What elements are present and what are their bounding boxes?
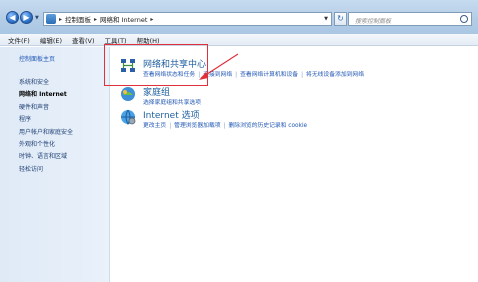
menu-help[interactable]: 帮助(H) — [137, 35, 160, 45]
view-network-computers-link[interactable]: 查看网络计算机和设备 — [240, 72, 298, 78]
chevron-right-icon[interactable]: ▸ — [94, 16, 97, 23]
annotation-highlight-box — [104, 44, 208, 86]
sidebar-item-user-accounts[interactable]: 用户帐户和家庭安全 — [19, 127, 109, 139]
sidebar-item-programs[interactable]: 程序 — [19, 114, 109, 126]
divider: | — [169, 123, 172, 129]
search-input[interactable]: 搜索控制面板 — [348, 12, 472, 26]
divider: | — [235, 72, 238, 78]
divider: | — [301, 72, 304, 78]
refresh-button[interactable]: ↻ — [334, 12, 347, 26]
sidebar-item-clock-language-region[interactable]: 时钟、语言和区域 — [19, 151, 109, 163]
sidebar-item-appearance[interactable]: 外观和个性化 — [19, 139, 109, 151]
change-homepage-link[interactable]: 更改主页 — [143, 123, 166, 129]
add-wireless-device-link[interactable]: 将无线设备添加到网络 — [306, 72, 364, 78]
chevron-right-icon[interactable]: ▸ — [59, 16, 62, 23]
sidebar-item-network-internet[interactable]: 网络和 Internet — [19, 89, 109, 101]
divider: | — [223, 123, 226, 129]
window-titlebar: ◀ ▶ ▼ ▸ 控制面板 ▸ 网络和 Internet ▸ ▼ ↻ 搜索控制面板 — [0, 0, 478, 34]
internet-options-icon — [121, 109, 136, 126]
menu-bar: 文件(F) 编辑(E) 查看(V) 工具(T) 帮助(H) — [0, 34, 478, 46]
menu-tools[interactable]: 工具(T) — [105, 35, 127, 45]
breadcrumb-network-internet[interactable]: 网络和 Internet — [100, 14, 147, 24]
menu-file[interactable]: 文件(F) — [8, 35, 30, 45]
recent-pages-dropdown-icon[interactable]: ▼ — [35, 15, 41, 21]
category-links: 选择家庭组和共享选项 — [143, 97, 201, 106]
chevron-down-icon[interactable]: ▼ — [324, 16, 328, 22]
sidebar-item-system-security[interactable]: 系统和安全 — [19, 77, 109, 89]
menu-view[interactable]: 查看(V) — [72, 35, 95, 45]
sidebar-item-hardware-sound[interactable]: 硬件和声音 — [19, 102, 109, 114]
control-panel-icon — [46, 14, 56, 24]
chevron-right-icon[interactable]: ▸ — [150, 16, 153, 23]
refresh-icon: ↻ — [337, 14, 344, 23]
search-icon[interactable] — [460, 15, 468, 23]
menu-edit[interactable]: 编辑(E) — [40, 35, 62, 45]
search-placeholder: 搜索控制面板 — [355, 18, 392, 25]
sidebar-item-control-panel-home[interactable]: 控制面板主页 — [19, 54, 109, 63]
breadcrumb-control-panel[interactable]: 控制面板 — [65, 14, 91, 24]
category-links: 更改主页 | 管理浏览器加载项 | 删除浏览的历史记录和 cookie — [143, 120, 307, 129]
back-button[interactable]: ◀ — [6, 11, 19, 24]
manage-addons-link[interactable]: 管理浏览器加载项 — [174, 123, 220, 129]
homegroup-sharing-options-link[interactable]: 选择家庭组和共享选项 — [143, 100, 201, 106]
sidebar-item-ease-of-access[interactable]: 轻松访问 — [19, 164, 109, 176]
delete-history-link[interactable]: 删除浏览的历史记录和 cookie — [229, 123, 308, 129]
homegroup-icon — [121, 87, 135, 101]
forward-button[interactable]: ▶ — [20, 11, 33, 24]
sidebar: 控制面板主页 系统和安全 网络和 Internet 硬件和声音 程序 用户帐户和… — [0, 47, 110, 282]
address-bar[interactable]: ▸ 控制面板 ▸ 网络和 Internet ▸ ▼ — [43, 12, 332, 26]
